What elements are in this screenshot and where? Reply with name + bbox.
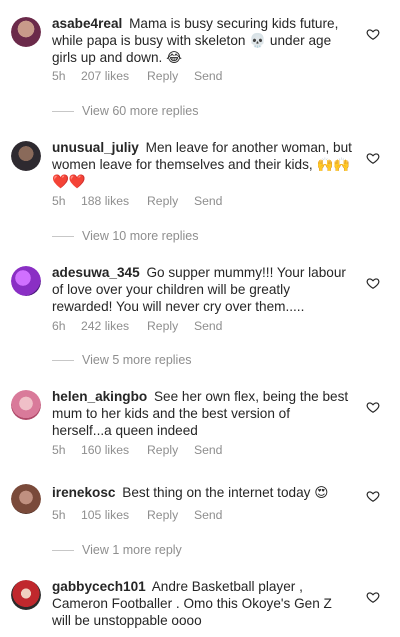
comment-time: 6h bbox=[52, 319, 66, 333]
comment-text-block: irenekosc Best thing on the internet tod… bbox=[52, 484, 352, 501]
divider-line bbox=[52, 549, 74, 551]
comment-text-block: asabe4real Mama is busy securing kids fu… bbox=[52, 15, 352, 66]
view-replies-label: View 60 more replies bbox=[82, 104, 199, 118]
heart-outline-icon[interactable] bbox=[366, 151, 380, 165]
heart-outline-icon[interactable] bbox=[366, 489, 380, 503]
comment-text-block: gabbycech101 Andre Basketball player , C… bbox=[52, 578, 352, 629]
divider-line bbox=[52, 359, 74, 361]
comment-time: 5h bbox=[52, 69, 66, 83]
reply-button[interactable]: Reply bbox=[147, 319, 194, 333]
send-button[interactable]: Send bbox=[194, 194, 222, 208]
comment-username[interactable]: asabe4real bbox=[52, 16, 122, 31]
comment-time: 5h bbox=[52, 508, 66, 522]
comment-text-block: helen_akingbo See her own flex, being th… bbox=[52, 388, 352, 439]
send-button[interactable]: Send bbox=[194, 443, 222, 457]
view-replies-label: View 10 more replies bbox=[82, 229, 199, 243]
comment-username[interactable]: irenekosc bbox=[52, 485, 115, 500]
avatar[interactable] bbox=[11, 141, 41, 171]
heart-outline-icon[interactable] bbox=[366, 276, 380, 290]
comment-meta: 5h 160 likes Reply Send bbox=[52, 443, 222, 457]
reply-button[interactable]: Reply bbox=[147, 69, 194, 83]
avatar[interactable] bbox=[11, 580, 41, 610]
divider-line bbox=[52, 110, 74, 112]
comment-meta: 5h 105 likes Reply Send bbox=[52, 508, 222, 522]
comment-likes[interactable]: 242 likes bbox=[81, 319, 147, 333]
avatar[interactable] bbox=[11, 484, 41, 514]
divider-line bbox=[52, 235, 74, 237]
comment-likes[interactable]: 188 likes bbox=[81, 194, 147, 208]
comment-username[interactable]: helen_akingbo bbox=[52, 389, 147, 404]
comment-time: 5h bbox=[52, 194, 66, 208]
view-replies-label: View 1 more reply bbox=[82, 543, 182, 557]
send-button[interactable]: Send bbox=[194, 319, 222, 333]
avatar[interactable] bbox=[11, 17, 41, 47]
comment-username[interactable]: unusual_juliy bbox=[52, 140, 139, 155]
reply-button[interactable]: Reply bbox=[147, 443, 194, 457]
heart-outline-icon[interactable] bbox=[366, 590, 380, 604]
comment-meta: 5h 188 likes Reply Send bbox=[52, 194, 222, 208]
comment-likes[interactable]: 160 likes bbox=[81, 443, 147, 457]
comment-username[interactable]: adesuwa_345 bbox=[52, 265, 140, 280]
reply-button[interactable]: Reply bbox=[147, 194, 194, 208]
comment-likes[interactable]: 207 likes bbox=[81, 69, 147, 83]
comment-text-block: adesuwa_345 Go supper mummy!!! Your labo… bbox=[52, 264, 352, 315]
view-replies-button[interactable]: View 10 more replies bbox=[52, 229, 199, 243]
comment-meta: 6h 242 likes Reply Send bbox=[52, 319, 222, 333]
view-replies-label: View 5 more replies bbox=[82, 353, 192, 367]
comment-time: 5h bbox=[52, 443, 66, 457]
avatar[interactable] bbox=[11, 390, 41, 420]
reply-button[interactable]: Reply bbox=[147, 508, 194, 522]
comment-text-block: unusual_juliy Men leave for another woma… bbox=[52, 139, 352, 190]
view-replies-button[interactable]: View 5 more replies bbox=[52, 353, 192, 367]
view-replies-button[interactable]: View 1 more reply bbox=[52, 543, 182, 557]
comment-likes[interactable]: 105 likes bbox=[81, 508, 147, 522]
comment-body: Best thing on the internet today 😍 bbox=[122, 485, 329, 500]
view-replies-button[interactable]: View 60 more replies bbox=[52, 104, 199, 118]
avatar[interactable] bbox=[11, 266, 41, 296]
comment-username[interactable]: gabbycech101 bbox=[52, 579, 146, 594]
send-button[interactable]: Send bbox=[194, 69, 222, 83]
send-button[interactable]: Send bbox=[194, 508, 222, 522]
heart-outline-icon[interactable] bbox=[366, 400, 380, 414]
comment-meta: 5h 207 likes Reply Send bbox=[52, 69, 222, 83]
heart-outline-icon[interactable] bbox=[366, 27, 380, 41]
